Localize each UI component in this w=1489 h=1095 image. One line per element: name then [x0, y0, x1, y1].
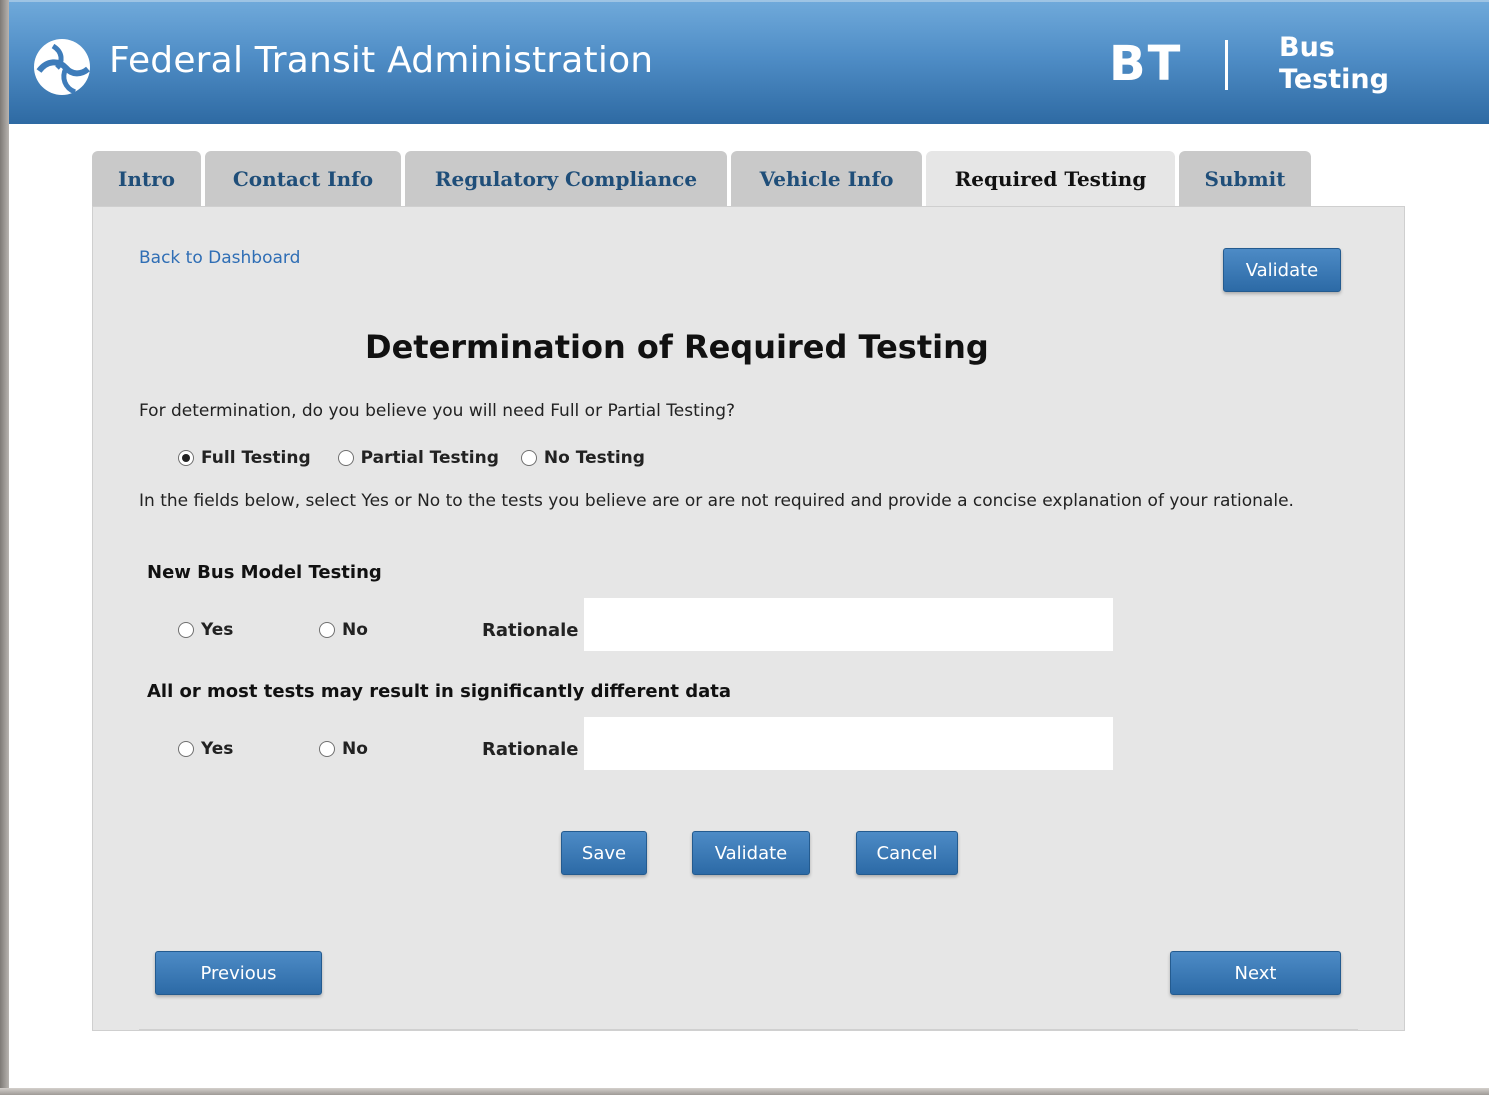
tab-required-testing[interactable]: Required Testing: [926, 151, 1175, 207]
no-testing-radio[interactable]: [520, 450, 537, 466]
section-title-new-bus-model: New Bus Model Testing: [147, 562, 382, 583]
testing-question: For determination, do you believe you wi…: [139, 401, 736, 421]
window-bottom-shadow: [0, 1088, 1489, 1095]
app-name-line2: Testing: [1279, 64, 1389, 95]
new-bus-model-no-radio[interactable]: [319, 622, 335, 638]
different-data-rationale-input[interactable]: [584, 717, 1113, 770]
new-bus-model-no-option[interactable]: No: [319, 620, 368, 640]
yes-label: Yes: [201, 739, 234, 759]
agency-title: Federal Transit Administration: [109, 40, 654, 81]
fta-logo-icon: [34, 39, 90, 95]
no-testing-label: No Testing: [543, 448, 645, 468]
next-button[interactable]: Next: [1170, 951, 1341, 995]
yes-label: Yes: [201, 620, 234, 640]
different-data-no-radio[interactable]: [319, 741, 335, 757]
tab-vehicle-info[interactable]: Vehicle Info: [731, 151, 922, 207]
tab-submit[interactable]: Submit: [1179, 151, 1311, 207]
no-testing-option[interactable]: No Testing: [520, 448, 645, 468]
instructions-text: In the fields below, select Yes or No to…: [139, 491, 1294, 511]
previous-button[interactable]: Previous: [155, 951, 322, 995]
different-data-radio-group: Yes No: [178, 739, 368, 759]
page-title: Determination of Required Testing: [365, 328, 989, 366]
different-data-yes-radio[interactable]: [178, 741, 194, 757]
rationale-label-2: Rationale: [482, 739, 579, 760]
new-bus-model-yes-radio[interactable]: [178, 622, 194, 638]
new-bus-model-rationale-input[interactable]: [584, 598, 1113, 651]
new-bus-model-yes-option[interactable]: Yes: [178, 620, 319, 640]
app-name-line1: Bus: [1279, 32, 1335, 63]
save-button[interactable]: Save: [561, 831, 647, 875]
no-label: No: [342, 739, 368, 759]
validate-button[interactable]: Validate: [692, 831, 810, 875]
full-testing-label: Full Testing: [201, 448, 311, 468]
rationale-label-1: Rationale: [482, 620, 579, 641]
different-data-yes-option[interactable]: Yes: [178, 739, 319, 759]
tab-regulatory-compliance[interactable]: Regulatory Compliance: [405, 151, 727, 207]
partial-testing-radio[interactable]: [337, 450, 354, 466]
section-title-significantly-different-data: All or most tests may result in signific…: [147, 681, 732, 702]
panel-bottom-divider: [139, 1029, 1358, 1031]
partial-testing-label: Partial Testing: [360, 448, 499, 468]
full-testing-option[interactable]: Full Testing: [178, 448, 311, 468]
app-abbreviation: BT: [1109, 36, 1183, 92]
back-to-dashboard-link[interactable]: Back to Dashboard: [139, 248, 300, 268]
tab-contact-info[interactable]: Contact Info: [205, 151, 401, 207]
different-data-no-option[interactable]: No: [319, 739, 368, 759]
no-label: No: [342, 620, 368, 640]
tab-intro[interactable]: Intro: [92, 151, 201, 207]
full-testing-radio[interactable]: [178, 450, 194, 466]
validate-top-button[interactable]: Validate: [1223, 248, 1341, 292]
new-bus-model-radio-group: Yes No: [178, 620, 368, 640]
header-divider: [1225, 40, 1228, 90]
partial-testing-option[interactable]: Partial Testing: [337, 448, 499, 468]
cancel-button[interactable]: Cancel: [856, 831, 958, 875]
site-header: Federal Transit Administration BT Bus Te…: [9, 0, 1489, 124]
app-name: Bus Testing: [1279, 32, 1389, 96]
window-left-shadow: [0, 0, 9, 1095]
testing-type-radio-group: Full Testing Partial Testing No Testing: [178, 448, 645, 468]
